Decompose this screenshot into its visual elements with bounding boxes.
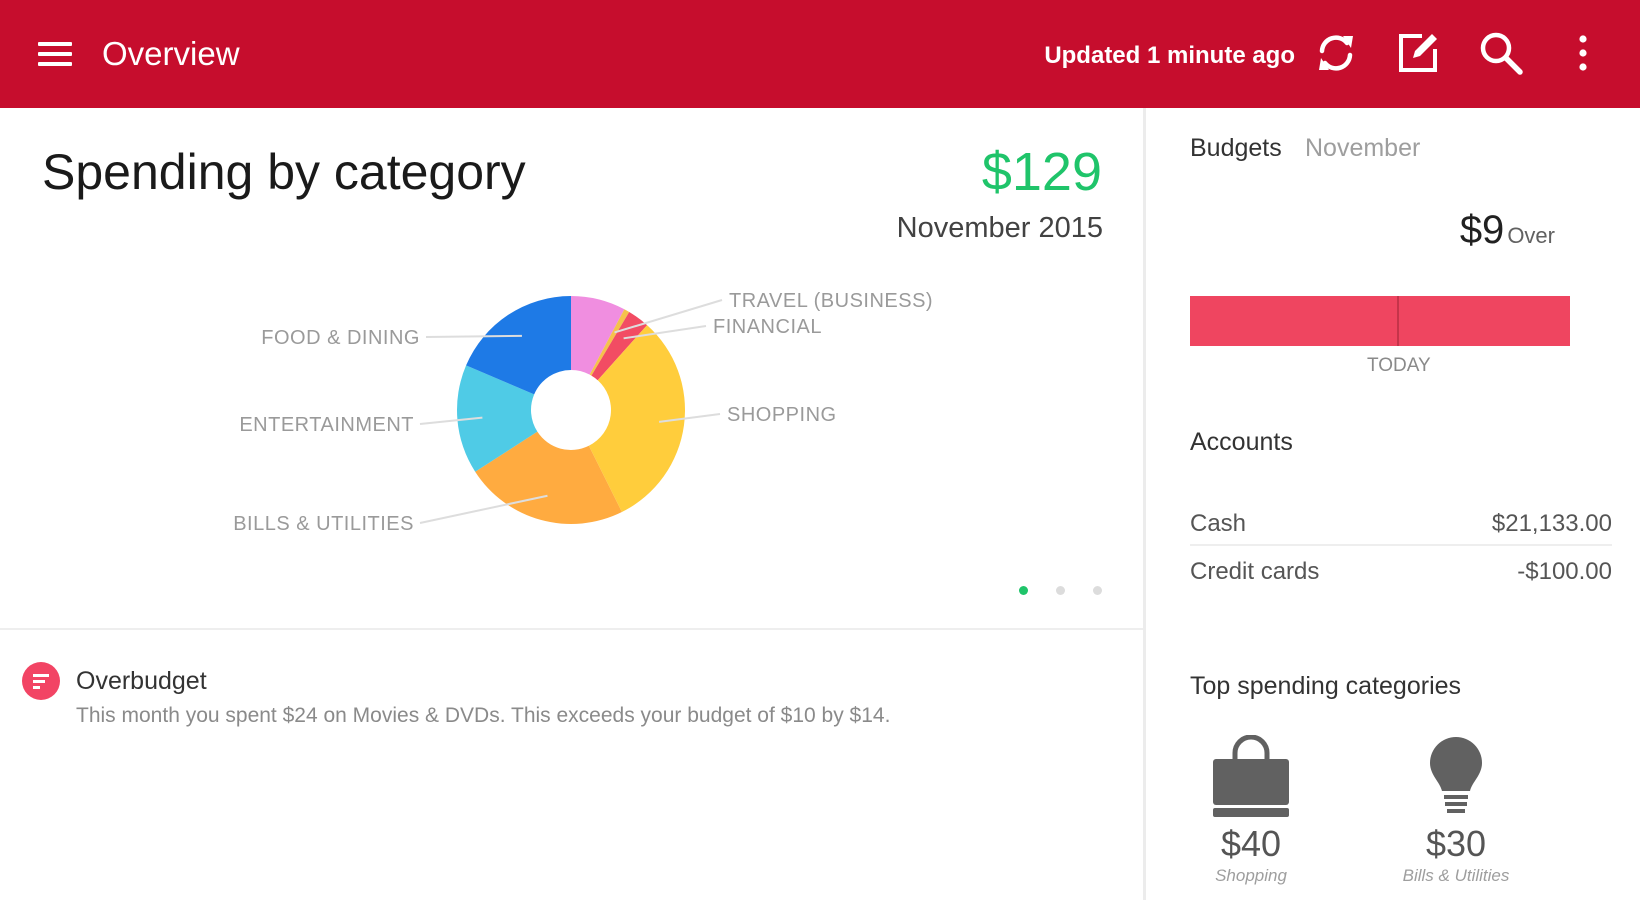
refresh-icon[interactable] xyxy=(1311,28,1361,78)
card-divider xyxy=(0,628,1143,630)
budget-over-amount: $9 Over xyxy=(1460,206,1555,260)
account-balance: $21,133.00 xyxy=(1491,510,1612,537)
lightbulb-icon xyxy=(1430,737,1482,813)
more-vert-icon[interactable] xyxy=(1558,28,1608,78)
budget-progress-bar xyxy=(1190,296,1570,346)
spending-donut-chart[interactable]: TRAVEL (BUSINESS) FINANCIAL SHOPPING BILLS … xyxy=(0,0,1143,620)
alert-message: This month you spent $24 on Movies & DVD… xyxy=(76,704,891,727)
budget-amount-value: $9 xyxy=(1459,208,1505,252)
account-divider xyxy=(1190,544,1612,546)
budgets-month: November xyxy=(1305,134,1421,162)
category-name: Shopping xyxy=(1215,866,1287,885)
category-label: SHOPPING xyxy=(727,404,837,426)
account-row-cash[interactable]: Cash $21,133.00 xyxy=(1190,501,1612,547)
page-indicator-3[interactable] xyxy=(1093,586,1102,595)
account-name: Cash xyxy=(1190,510,1247,537)
account-name: Credit cards xyxy=(1190,558,1320,585)
list-icon xyxy=(22,662,60,700)
category-amount: $30 xyxy=(1425,823,1487,864)
top-category-bills-utilities[interactable]: $30 Bills & Utilities xyxy=(1381,735,1531,900)
category-label: BILLS & UTILITIES xyxy=(233,513,414,535)
budgets-title: Budgets xyxy=(1190,134,1282,162)
category-label: TRAVEL (BUSINESS) xyxy=(729,290,933,312)
category-label: FINANCIAL xyxy=(713,316,822,338)
today-marker xyxy=(1397,296,1399,346)
pane-divider xyxy=(1143,108,1146,900)
accounts-title: Accounts xyxy=(1190,428,1293,456)
account-row-credit-cards[interactable]: Credit cards -$100.00 xyxy=(1190,549,1612,595)
shopping-bag-icon xyxy=(1213,735,1289,817)
search-icon[interactable] xyxy=(1476,28,1526,78)
page-indicator-2[interactable] xyxy=(1056,586,1065,595)
budget-progress-fill xyxy=(1190,296,1570,346)
page-indicator-1[interactable] xyxy=(1019,586,1028,595)
category-amount: $40 xyxy=(1220,823,1282,864)
category-label: FOOD & DINING xyxy=(261,327,420,349)
budget-status: Over xyxy=(1507,223,1555,248)
top-categories-title: Top spending categories xyxy=(1190,672,1462,700)
account-balance: -$100.00 xyxy=(1517,558,1612,585)
category-name: Bills & Utilities xyxy=(1402,866,1510,885)
category-label: ENTERTAINMENT xyxy=(239,414,414,436)
top-category-shopping[interactable]: $40 Shopping xyxy=(1176,735,1326,900)
alert-title: Overbudget xyxy=(76,667,207,695)
callout-line xyxy=(425,334,522,338)
today-label: TODAY xyxy=(1367,355,1431,376)
edit-icon[interactable] xyxy=(1393,28,1443,78)
